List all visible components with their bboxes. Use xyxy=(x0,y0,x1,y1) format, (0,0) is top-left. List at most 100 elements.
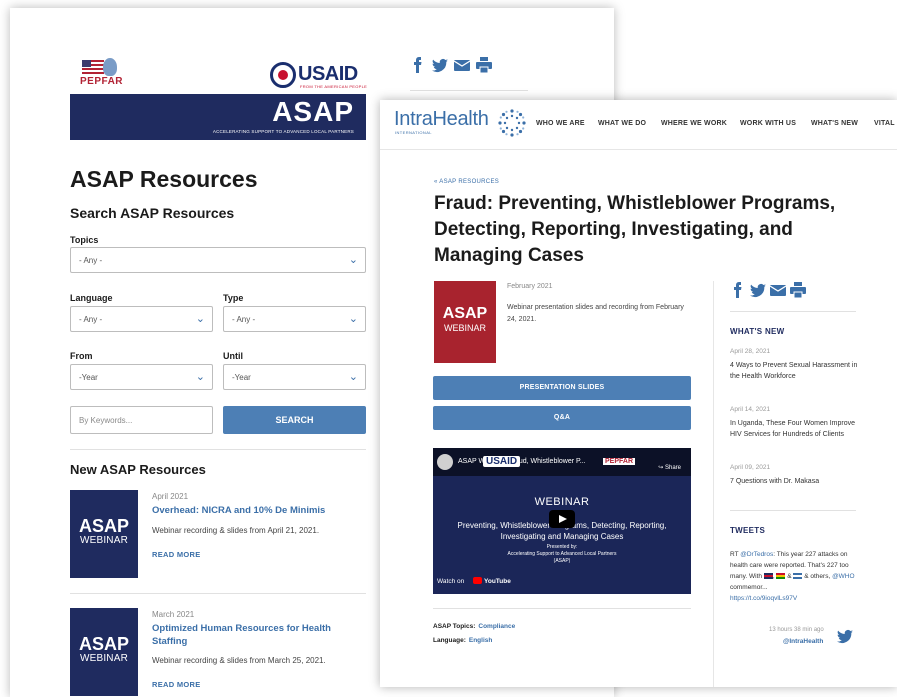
facebook-icon[interactable] xyxy=(730,282,746,298)
usaid-logo: USAID FROM THE AMERICAN PEOPLE xyxy=(270,60,367,90)
channel-avatar[interactable] xyxy=(437,454,453,470)
thumb-asap-label: ASAP xyxy=(442,305,488,322)
from-select-value: -Year xyxy=(79,373,98,382)
pepfar-label: PEPFAR xyxy=(80,76,124,87)
resource-item: ASAP WEBINAR April 2021 Overhead: NICRA … xyxy=(70,490,366,580)
chevron-down-icon: ⌄ xyxy=(195,313,205,325)
nav-work-with-us[interactable]: WORK WITH US xyxy=(740,120,796,127)
chevron-down-icon: ⌄ xyxy=(195,371,205,383)
breadcrumb[interactable]: « ASAP RESOURCES xyxy=(434,179,499,185)
email-icon[interactable] xyxy=(454,57,470,73)
nav-what-we-do[interactable]: WHAT WE DO xyxy=(598,120,646,127)
logo-burst-icon xyxy=(498,109,526,137)
news-link[interactable]: In Uganda, These Four Women Improve HIV … xyxy=(730,418,858,440)
play-icon xyxy=(559,515,567,523)
topics-select[interactable]: - Any - ⌄ xyxy=(70,247,366,273)
top-navigation: IntraHealth INTERNATIONAL WHO WE ARE WHA… xyxy=(380,100,897,150)
language-link[interactable]: English xyxy=(469,637,492,644)
sidebar-divider xyxy=(713,281,714,687)
divider xyxy=(730,510,856,511)
language-meta: Language: English xyxy=(433,637,493,644)
divider xyxy=(70,593,366,594)
facebook-icon[interactable] xyxy=(410,57,426,73)
article-title: Fraud: Preventing, Whistleblower Program… xyxy=(434,193,836,266)
resource-date: March 2021 xyxy=(152,610,195,619)
email-icon[interactable] xyxy=(770,282,786,298)
thumb-webinar-label: WEBINAR xyxy=(443,323,486,333)
webinar-thumbnail: ASAP WEBINAR xyxy=(434,281,496,363)
print-icon[interactable] xyxy=(476,57,492,73)
topic-link[interactable]: Compliance xyxy=(478,623,515,630)
webinar-thumbnail[interactable]: ASAP WEBINAR xyxy=(70,608,138,696)
flag-emoji-icon xyxy=(763,573,773,579)
nav-who-we-are[interactable]: WHO WE ARE xyxy=(536,120,585,127)
twitter-handle[interactable]: @IntraHealth xyxy=(783,638,823,645)
nav-whats-new[interactable]: WHAT'S NEW xyxy=(811,120,858,127)
resource-description: Webinar recording & slides from April 21… xyxy=(152,526,320,535)
play-button[interactable] xyxy=(549,510,575,528)
page-title: ASAP Resources xyxy=(70,166,258,192)
pepfar-logo: PEPFAR xyxy=(70,58,130,92)
news-date: April 14, 2021 xyxy=(730,406,771,413)
thumb-asap-label: ASAP xyxy=(78,516,129,536)
resource-item: ASAP WEBINAR March 2021 Optimized Human … xyxy=(70,608,366,697)
article-description: Webinar presentation slides and recordin… xyxy=(507,304,684,323)
presentation-slides-button[interactable]: PRESENTATION SLIDES xyxy=(433,376,691,400)
news-link[interactable]: 4 Ways to Prevent Sexual Harassment in t… xyxy=(730,360,858,382)
thumb-webinar-label: WEBINAR xyxy=(79,535,129,546)
type-select[interactable]: - Any - ⌄ xyxy=(223,306,366,332)
nav-where-we-work[interactable]: WHERE WE WORK xyxy=(661,120,727,127)
youtube-link[interactable]: YouTube xyxy=(473,577,511,585)
pepfar-emblem-icon xyxy=(103,58,117,76)
flag-emoji-icon xyxy=(793,573,803,579)
video-pepfar-logo: PEPFAR xyxy=(603,458,636,465)
youtube-video-player[interactable]: ASAP Webinar: Fraud, Whistleblower P... … xyxy=(433,448,691,594)
until-select[interactable]: -Year ⌄ xyxy=(223,364,366,390)
video-title-bar: ASAP Webinar: Fraud, Whistleblower P... … xyxy=(433,448,691,476)
resource-title-link[interactable]: Optimized Human Resources for Health Sta… xyxy=(152,622,362,648)
topics-select-value: - Any - xyxy=(79,256,103,265)
banner-subtitle: ACCELERATING SUPPORT TO ADVANCED LOCAL P… xyxy=(212,129,354,134)
read-more-link[interactable]: READ MORE xyxy=(152,680,201,689)
whats-new-heading: WHAT'S NEW xyxy=(730,327,785,336)
logo-subtitle: INTERNATIONAL xyxy=(395,130,432,135)
flag-emoji-icon xyxy=(776,573,786,579)
article-page: IntraHealth INTERNATIONAL WHO WE ARE WHA… xyxy=(380,100,897,687)
keywords-input[interactable] xyxy=(70,406,213,434)
thumb-webinar-label: WEBINAR xyxy=(79,653,129,664)
tweet-mention[interactable]: @WHO xyxy=(832,573,854,580)
tweet-text: RT @DrTedros: This year 227 attacks on h… xyxy=(730,551,855,602)
nav-vital[interactable]: VITAL xyxy=(874,120,895,127)
until-select-value: -Year xyxy=(232,373,251,382)
read-more-link[interactable]: READ MORE xyxy=(152,550,201,559)
video-title[interactable]: ASAP Webinar: Fraud, Whistleblower P... xyxy=(458,458,586,465)
share-icon: ↪ xyxy=(658,465,665,471)
chevron-down-icon: ⌄ xyxy=(348,371,358,383)
print-icon[interactable] xyxy=(790,282,806,298)
news-link[interactable]: 7 Questions with Dr. Makasa xyxy=(730,476,858,487)
tweet-url[interactable]: https://t.co/9ioqvlLs97V xyxy=(730,595,797,602)
twitter-icon[interactable] xyxy=(432,57,448,73)
new-resources-title: New ASAP Resources xyxy=(70,462,206,477)
divider xyxy=(70,449,366,450)
language-select[interactable]: - Any - ⌄ xyxy=(70,306,213,332)
resource-title-link[interactable]: Overhead: NICRA and 10% De Minimis xyxy=(152,504,362,517)
thumb-asap-label: ASAP xyxy=(78,634,129,654)
twitter-bird-icon[interactable] xyxy=(836,628,854,644)
topics-label: Topics xyxy=(70,235,99,245)
video-share-button[interactable]: ↪ Share xyxy=(658,464,681,471)
video-usaid-logo: USAID xyxy=(483,456,521,467)
twitter-icon[interactable] xyxy=(750,282,766,298)
topics-meta: ASAP Topics: Compliance xyxy=(433,623,516,630)
chevron-down-icon: ⌄ xyxy=(348,313,358,325)
search-button[interactable]: SEARCH xyxy=(223,406,366,434)
webinar-thumbnail[interactable]: ASAP WEBINAR xyxy=(70,490,138,578)
from-select[interactable]: -Year ⌄ xyxy=(70,364,213,390)
type-select-value: - Any - xyxy=(232,315,256,324)
from-label: From xyxy=(70,351,93,361)
tweet-mention[interactable]: @DrTedros xyxy=(740,551,773,558)
divider xyxy=(730,311,856,312)
qa-button[interactable]: Q&A xyxy=(433,406,691,430)
article-date: February 2021 xyxy=(507,283,553,290)
until-label: Until xyxy=(223,351,243,361)
